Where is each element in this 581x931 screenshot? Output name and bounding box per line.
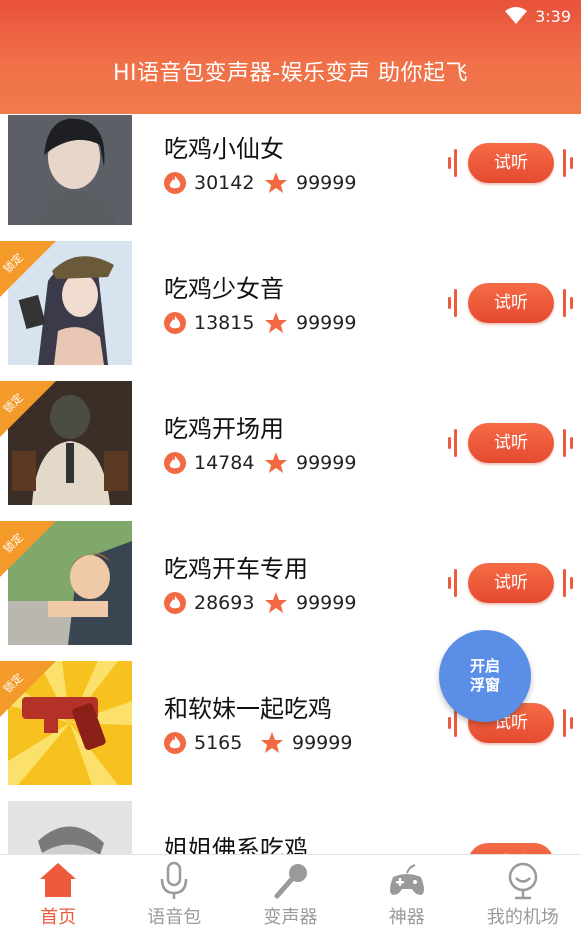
- listen-control: 试听: [448, 563, 576, 605]
- fire-icon: [164, 592, 186, 614]
- listen-button[interactable]: 试听: [468, 563, 554, 603]
- sound-wave-right-icon: [563, 289, 573, 317]
- app-header: 3:39 HI语音包变声器-娱乐变声 助你起飞: [0, 0, 581, 114]
- thumbnail-image: [8, 115, 132, 225]
- listen-control: 试听: [448, 143, 576, 185]
- tab-tools[interactable]: 神器: [349, 855, 465, 931]
- thumbnail-image: [8, 801, 132, 854]
- sound-wave-left-icon: [448, 429, 457, 457]
- item-name: 吃鸡小仙女: [164, 135, 284, 163]
- star-icon: [265, 452, 287, 473]
- like-count: 99999: [296, 452, 357, 474]
- list-item[interactable]: 姐姐佛系吃鸡 试听: [0, 801, 581, 854]
- fire-icon: [164, 732, 186, 754]
- fire-icon: [164, 452, 186, 474]
- status-bar: 3:39: [505, 4, 571, 28]
- star-icon: [265, 172, 287, 193]
- item-stats: 14784 99999: [164, 451, 356, 475]
- listen-control: 试听: [448, 423, 576, 465]
- like-count: 99999: [296, 312, 357, 334]
- play-count: 13815: [194, 312, 255, 334]
- tab-label: 神器: [388, 907, 425, 928]
- list-item[interactable]: 吃鸡小仙女 30142 99999 试听: [0, 115, 581, 239]
- item-stats: 13815 99999: [164, 311, 356, 335]
- play-count: 14784: [194, 452, 255, 474]
- sound-wave-left-icon: [448, 569, 457, 597]
- tab-voice-pack[interactable]: 语音包: [116, 855, 232, 931]
- sound-wave-right-icon: [563, 149, 573, 177]
- play-count: 28693: [194, 592, 255, 614]
- item-name: 姐姐佛系吃鸡: [164, 835, 308, 854]
- status-time: 3:39: [535, 6, 571, 26]
- sound-wave-right-icon: [563, 429, 573, 457]
- microphone-icon: [161, 861, 188, 899]
- list-item[interactable]: 锁定 吃鸡开车专用 28693 99999 试听: [0, 521, 581, 645]
- like-count: 99999: [292, 732, 353, 754]
- karaoke-mic-icon: [274, 864, 307, 899]
- tab-label: 语音包: [147, 907, 202, 928]
- tab-voice-changer[interactable]: 变声器: [232, 855, 348, 931]
- bottom-tab-bar: 首页 语音包 变声器 神器 我的机场: [0, 854, 581, 931]
- play-count: 5165: [194, 732, 243, 754]
- fire-icon: [164, 312, 186, 334]
- float-line1: 开启: [469, 657, 500, 675]
- tab-label: 首页: [40, 907, 77, 928]
- item-stats: 30142 99999: [164, 171, 356, 195]
- item-name: 吃鸡少女音: [164, 275, 284, 303]
- like-count: 99999: [296, 592, 357, 614]
- item-stats: 5165 99999: [164, 731, 352, 755]
- tab-my-airport[interactable]: 我的机场: [465, 855, 581, 931]
- item-stats: 28693 99999: [164, 591, 356, 615]
- home-icon: [40, 863, 77, 897]
- tab-home[interactable]: 首页: [0, 855, 116, 931]
- wifi-icon: [505, 7, 528, 24]
- play-count: 30142: [194, 172, 255, 194]
- sound-wave-right-icon: [563, 709, 573, 737]
- list-item[interactable]: 锁定 吃鸡少女音 13815 99999 试听: [0, 241, 581, 365]
- like-count: 99999: [296, 172, 357, 194]
- item-name: 吃鸡开场用: [164, 415, 284, 443]
- star-icon: [265, 592, 287, 613]
- profile-icon: [508, 862, 538, 900]
- item-name: 吃鸡开车专用: [164, 555, 308, 583]
- page-title: HI语音包变声器-娱乐变声 助你起飞: [113, 61, 468, 86]
- listen-button[interactable]: 试听: [468, 843, 554, 854]
- floating-window-button[interactable]: 开启 浮窗: [439, 630, 531, 722]
- gamepad-icon: [389, 864, 424, 895]
- voice-pack-list: 吃鸡小仙女 30142 99999 试听 锁定 吃鸡少女音 13815 9999…: [0, 114, 581, 854]
- sound-wave-right-icon: [563, 569, 573, 597]
- fire-icon: [164, 172, 186, 194]
- tab-label: 变声器: [263, 907, 318, 928]
- float-line2: 浮窗: [469, 676, 500, 694]
- star-icon: [265, 312, 287, 333]
- list-item[interactable]: 锁定 吃鸡开场用 14784 99999 试听: [0, 381, 581, 505]
- item-name: 和软妹一起吃鸡: [164, 695, 332, 723]
- sound-wave-left-icon: [448, 149, 457, 177]
- star-icon: [261, 732, 283, 753]
- listen-button[interactable]: 试听: [468, 283, 554, 323]
- listen-control: 试听: [448, 283, 576, 325]
- listen-button[interactable]: 试听: [468, 143, 554, 183]
- listen-control: 试听: [448, 843, 576, 854]
- sound-wave-left-icon: [448, 289, 457, 317]
- tab-label: 我的机场: [486, 907, 559, 928]
- listen-button[interactable]: 试听: [468, 423, 554, 463]
